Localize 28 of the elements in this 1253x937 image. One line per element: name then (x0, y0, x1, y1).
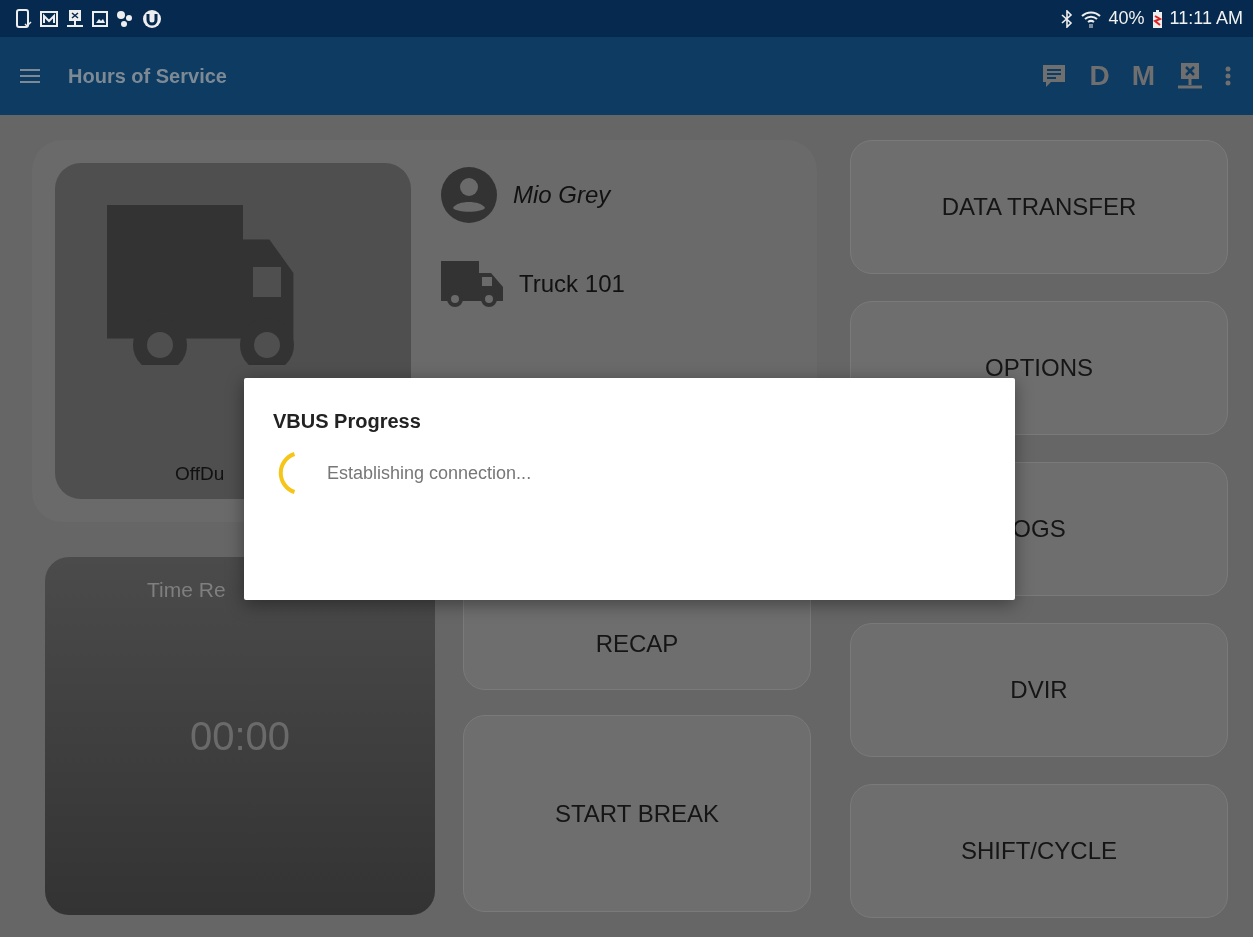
battery-percent: 40% (1108, 7, 1145, 30)
battery-icon (1152, 9, 1162, 28)
action-button[interactable]: START BREAK (463, 715, 811, 912)
action-button[interactable]: D (1089, 55, 1110, 97)
vehicle-name: Truck 101 (519, 269, 625, 299)
action-button[interactable]: DVIR (850, 623, 1228, 757)
overflow-menu-icon[interactable] (1225, 65, 1231, 87)
driver-name: Mio Grey (513, 180, 611, 210)
action-button[interactable]: DATA TRANSFER (850, 140, 1228, 274)
bluetooth-icon (1060, 9, 1073, 28)
menu-icon[interactable] (20, 69, 40, 83)
action-button[interactable]: M (1131, 55, 1155, 97)
action-button[interactable]: SHIFT/CYCLE (850, 784, 1228, 918)
message-icon[interactable] (1041, 63, 1068, 89)
network-icon[interactable] (1177, 62, 1203, 90)
wifi-icon (1080, 9, 1101, 28)
mail-icon (40, 10, 58, 27)
duty-status-label: OffDu (175, 462, 225, 486)
spinner-icon (277, 452, 297, 494)
truck-icon (441, 261, 503, 307)
network-icon (66, 8, 84, 29)
share-icon (116, 9, 134, 28)
torrent-icon (142, 8, 162, 29)
tablet-icon (16, 8, 32, 29)
app-title: Hours of Service (68, 64, 227, 89)
clock-time: 11:11 AM (1169, 7, 1243, 30)
user-icon (441, 167, 497, 223)
image-icon (92, 10, 108, 27)
